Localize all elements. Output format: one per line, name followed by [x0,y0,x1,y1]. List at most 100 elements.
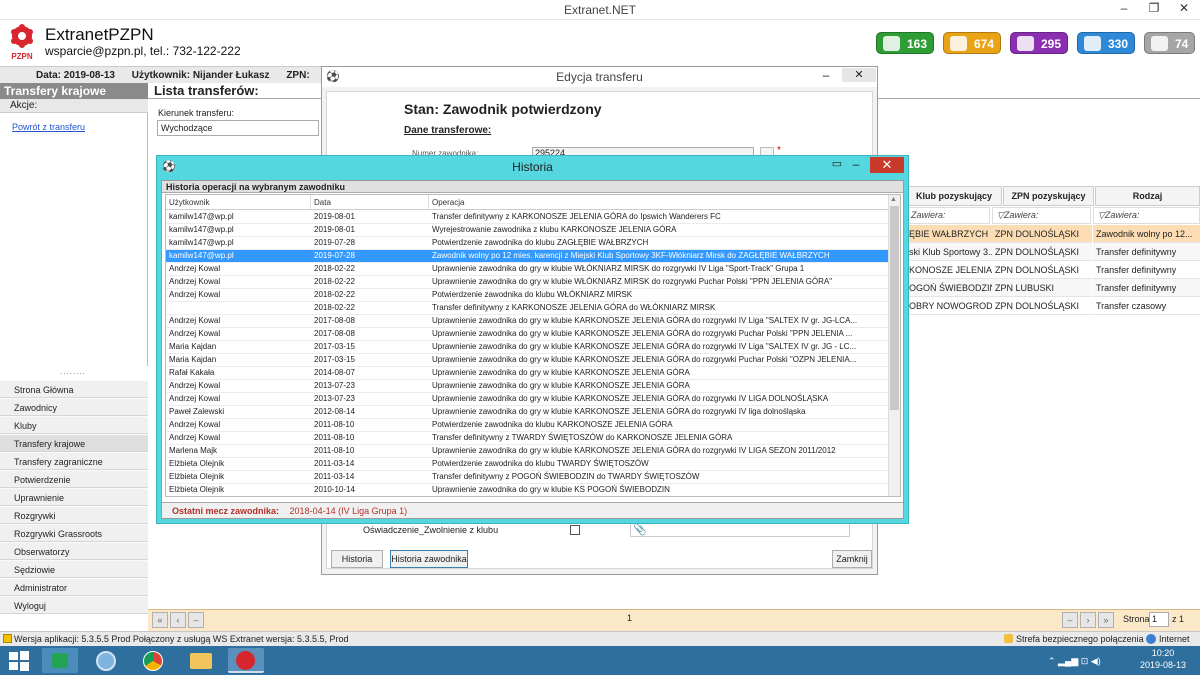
sidebar-item-administrator[interactable]: Administrator [0,578,148,596]
table-row[interactable]: Elżbieta Olejnik 2011-03-14 Potwierdzenie … [166,458,890,471]
sidebar-item-transfery-zagraniczne[interactable]: Transfery zagraniczne [0,452,148,470]
close-icon[interactable]: ✕ [1172,0,1196,18]
table-row[interactable]: Andrzej Kowal 2011-08-10 Potwierdzenie zaw… [166,419,890,432]
col-header-club[interactable]: Klub pozyskujący [906,186,1002,206]
taskbar-store-icon[interactable] [42,648,78,673]
player-history-button[interactable]: Historia zawodnika [390,550,468,568]
filter-club[interactable]: Zawiera: [906,207,990,224]
table-row[interactable]: Andrzej Kowal 2018-02-22 Potwierdzenie zaw… [166,289,890,302]
table-row[interactable]: Andrzej Kowal 2018-02-22 Uprawnienie zawod… [166,276,890,289]
minimize-icon[interactable]: – [1112,0,1136,18]
sidebar-item-strona-główna[interactable]: Strona Główna [0,380,148,398]
sidebar-item-kluby[interactable]: Kluby [0,416,148,434]
table-row[interactable]: Elżbieta Olejnik 2011-03-14 Transfer defin… [166,471,890,484]
list-cell[interactable]: KONOSZE JELENIA... [906,261,992,279]
scroll-thumb[interactable] [890,206,899,410]
list-cell[interactable]: ZPN DOLNOŚLĄSKI [992,243,1092,261]
filter-type[interactable]: ▽Zawiera: [1093,207,1200,224]
table-row[interactable]: kamilw147@wp.pl 2019-08-01 Transfer defini… [166,211,890,224]
dialog-minimize-icon[interactable]: – [816,68,836,82]
sidebar-item-wyloguj[interactable]: Wyloguj [0,596,148,614]
taskbar-chrome-icon[interactable] [135,648,171,673]
sidebar-item-rozgrywki[interactable]: Rozgrywki [0,506,148,524]
col-header-type[interactable]: Rodzaj [1095,186,1200,206]
scroll-up-icon[interactable]: ▲ [890,196,897,203]
table-row[interactable]: Rafał Kakała 2014-08-07 Uprawnienie zawodn… [166,367,890,380]
list-cell[interactable]: ski Klub Sportowy 3... [906,243,992,261]
first-page-icon[interactable]: « [152,612,168,628]
col-header-zpn[interactable]: ZPN pozyskujący [1003,186,1094,206]
table-row[interactable]: Marlena Majk 2011-08-10 Uprawnienie zawodn… [166,445,890,458]
counter-purple[interactable]: 295 [1010,32,1069,54]
page-input[interactable]: 1 [1149,612,1169,627]
history-maximize-icon[interactable]: ▭ [829,158,845,172]
table-row[interactable]: Andrzej Kowal 2018-02-22 Uprawnienie zawod… [166,263,890,276]
prev-page-icon[interactable]: ‹ [170,612,186,628]
restore-icon[interactable]: ❐ [1142,0,1166,18]
list-cell[interactable]: Transfer definitywny [1093,243,1200,261]
table-row[interactable]: Andrzej Kowal 2017-08-08 Uprawnienie zawod… [166,315,890,328]
history-close-icon[interactable]: ✕ [870,157,904,173]
clock-date[interactable]: 2019-08-13 [1134,660,1192,670]
back-link[interactable]: Powrót z transferu [12,122,85,132]
sidebar-item-zawodnicy[interactable]: Zawodnicy [0,398,148,416]
table-row[interactable]: Paweł Zalewski 2012-08-14 Uprawnienie zawo… [166,406,890,419]
list-cell[interactable]: Transfer definitywny [1093,261,1200,279]
tray-icons[interactable]: ⌃ ▂▄▆ ⊡ ◀) [1048,656,1101,667]
list-cell[interactable]: OGOŃ ŚWIEBODZIN [906,279,992,297]
taskbar-extranet-icon[interactable] [228,648,264,673]
table-row[interactable]: Andrzej Kowal 2013-07-23 Uprawnienie zawod… [166,380,890,393]
table-row[interactable]: Elżbieta Olejnik 2010-10-14 Uprawnienie za… [166,484,890,496]
collapse-right-icon[interactable]: – [1062,612,1078,628]
counter-green[interactable]: 163 [876,32,935,54]
col-user[interactable]: Użytkownik [166,195,311,210]
direction-select[interactable]: Wychodzące [157,120,319,136]
list-cell[interactable]: ZPN DOLNOŚLĄSKI [992,297,1092,315]
sidebar-item-uprawnienie[interactable]: Uprawnienie [0,488,148,506]
row-date: 2013-07-23 [314,381,355,390]
next-page-icon[interactable]: › [1080,612,1096,628]
table-row[interactable]: kamilw147@wp.pl 2019-07-28 Zawodnik wolny … [166,250,890,263]
col-date[interactable]: Data [311,195,429,210]
last-page-icon[interactable]: » [1098,612,1114,628]
attachment-field[interactable] [630,523,850,537]
list-cell[interactable]: ZPN DOLNOŚLĄSKI [992,225,1092,243]
close-button[interactable]: Zamknij [832,550,872,568]
table-row[interactable]: kamilw147@wp.pl 2019-07-28 Potwierdzenie z… [166,237,890,250]
history-minimize-icon[interactable]: – [848,158,864,172]
sidebar-item-rozgrywki-grassroots[interactable]: Rozgrywki Grassroots [0,524,148,542]
table-row[interactable]: Maria Kajdan 2017-03-15 Uprawnienie zawodn… [166,354,890,367]
table-row[interactable]: Andrzej Kowal 2017-08-08 Uprawnienie zawod… [166,328,890,341]
table-row[interactable]: Andrzej Kowal 2011-08-10 Transfer definity… [166,432,890,445]
sidebar-item-potwierdzenie[interactable]: Potwierdzenie [0,470,148,488]
taskbar-explorer-icon[interactable] [182,648,218,673]
list-cell[interactable]: OBRY NOWOGROD... [906,297,992,315]
history-button[interactable]: Historia [331,550,383,568]
sidebar-item-obserwatorzy[interactable]: Obserwatorzy [0,542,148,560]
collapse-icon[interactable]: – [188,612,204,628]
col-operation[interactable]: Operacja [429,195,890,210]
filter-zpn[interactable]: ▽Zawiera: [992,207,1091,224]
windows-start-icon[interactable] [9,651,29,671]
list-cell[interactable]: ZPN DOLNOŚLĄSKI [992,261,1092,279]
sidebar-item-transfery-krajowe[interactable]: Transfery krajowe [0,434,148,452]
table-row[interactable]: 2018-02-22 Transfer definitywny z KARKONO… [166,302,890,315]
counter-blue[interactable]: 330 [1077,32,1136,54]
taskbar-ie-icon[interactable] [88,648,124,673]
table-row[interactable]: Maria Kajdan 2017-03-15 Uprawnienie zawodn… [166,341,890,354]
table-row[interactable]: Andrzej Kowal 2013-07-23 Uprawnienie zawod… [166,393,890,406]
transfer-icon [950,36,967,51]
counter-orange[interactable]: 674 [943,32,1002,54]
statement-checkbox[interactable] [570,525,580,535]
list-cell[interactable]: ĘBIE WAŁBRZYCH [906,225,992,243]
clock-time[interactable]: 10:20 [1140,648,1186,658]
dialog-close-icon[interactable]: ✕ [842,68,876,82]
list-cell[interactable]: ZPN LUBUSKI [992,279,1092,297]
splitter-grip[interactable]: ........ [60,368,88,376]
sidebar-item-sędziowie[interactable]: Sędziowie [0,560,148,578]
list-cell[interactable]: Zawodnik wolny po 12... [1093,225,1200,243]
list-cell[interactable]: Transfer czasowy [1093,297,1200,315]
counter-gray[interactable]: 74 [1144,32,1196,54]
table-row[interactable]: kamilw147@wp.pl 2019-08-01 Wyrejestrowanie… [166,224,890,237]
list-cell[interactable]: Transfer definitywny [1093,279,1200,297]
